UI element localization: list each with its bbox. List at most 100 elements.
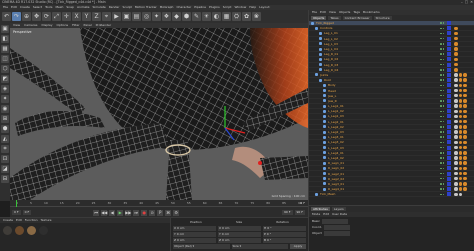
- attribute-menu-edit[interactable]: Edit: [323, 212, 329, 217]
- toolbar-tool-19-icon[interactable]: ✎: [192, 12, 201, 21]
- visibility-flags[interactable]: [434, 146, 444, 149]
- render-visibility-dot[interactable]: [442, 115, 444, 118]
- render-visibility-dot[interactable]: [442, 53, 444, 55]
- tag-icon[interactable]: [458, 130, 462, 134]
- object-name[interactable]: L_Leg4_02: [328, 156, 434, 160]
- visibility-flags[interactable]: [434, 79, 444, 81]
- editor-visibility-dot[interactable]: [440, 27, 442, 30]
- coordinate-field[interactable]: P 0 °: [263, 232, 306, 237]
- editor-visibility-dot[interactable]: [440, 105, 442, 107]
- tag-icon[interactable]: [463, 37, 467, 41]
- tag-icon[interactable]: [454, 52, 458, 56]
- editor-visibility-dot[interactable]: [440, 32, 442, 35]
- editor-visibility-dot[interactable]: [440, 84, 442, 87]
- object-menu-file[interactable]: File: [312, 10, 317, 15]
- tag-icon[interactable]: [454, 104, 458, 108]
- editor-visibility-dot[interactable]: [440, 131, 442, 133]
- tag-icon[interactable]: [463, 47, 467, 51]
- layer-color-icon[interactable]: [447, 52, 451, 57]
- layer-color-icon[interactable]: [447, 150, 451, 155]
- tag-icon[interactable]: [458, 151, 462, 155]
- layer-color-icon[interactable]: [447, 62, 451, 67]
- object-name[interactable]: Leg_L_04: [324, 47, 434, 51]
- layer-color-icon[interactable]: [447, 93, 451, 98]
- tag-icon[interactable]: [459, 68, 463, 72]
- tag-icon[interactable]: [463, 161, 467, 165]
- mode-tool-12-icon[interactable]: ⌗: [1, 145, 9, 153]
- toolbar-tool-7-icon[interactable]: X: [72, 12, 81, 21]
- object-name[interactable]: Controls: [320, 26, 434, 30]
- layer-color-icon[interactable]: [447, 192, 451, 197]
- toolbar-tool-23-icon[interactable]: ⛭: [232, 12, 241, 21]
- visibility-flags[interactable]: [434, 115, 444, 118]
- selected-joint-handle[interactable]: [258, 161, 262, 165]
- tag-icon[interactable]: [463, 63, 467, 67]
- layer-color-icon[interactable]: [447, 130, 451, 135]
- tag-icon[interactable]: [454, 83, 458, 88]
- mode-tool-9-icon[interactable]: ⊞: [1, 115, 9, 123]
- tag-icon[interactable]: [463, 83, 467, 88]
- tag-icon[interactable]: [463, 171, 467, 176]
- layer-color-icon[interactable]: [447, 119, 451, 124]
- toolbar-tool-25-icon[interactable]: ❀: [252, 12, 261, 21]
- visibility-flags[interactable]: [434, 58, 444, 61]
- toolbar-tool-17-icon[interactable]: ◆: [172, 12, 181, 21]
- render-visibility-dot[interactable]: [442, 100, 444, 102]
- render-visibility-dot[interactable]: [442, 131, 444, 133]
- editor-visibility-dot[interactable]: [440, 110, 442, 113]
- visibility-flags[interactable]: [434, 27, 444, 30]
- tag-icon[interactable]: [463, 182, 467, 186]
- transport-button-6-icon[interactable]: ●: [141, 209, 148, 216]
- layer-color-icon[interactable]: [447, 98, 451, 103]
- end-frame-field[interactable]: 90 F: [294, 210, 305, 215]
- object-name[interactable]: Leg_R_02: [324, 57, 434, 61]
- coordinate-size-select[interactable]: Size ▾: [231, 244, 288, 249]
- editor-visibility-dot[interactable]: [440, 141, 442, 144]
- toolbar-tool-8-icon[interactable]: Y: [82, 12, 91, 21]
- timeline-ruler[interactable]: 051015202530354045505560657075808590: [10, 200, 308, 207]
- toolbar-tool-15-icon[interactable]: ✦: [152, 12, 161, 21]
- tag-icon[interactable]: [463, 93, 467, 98]
- visibility-flags[interactable]: [434, 188, 444, 190]
- object-name[interactable]: R_Leg3_01: [328, 182, 434, 186]
- visibility-flags[interactable]: [434, 69, 444, 71]
- object-name[interactable]: Tick_Mesh: [320, 192, 434, 196]
- coordinate-field[interactable]: X 0 cm: [218, 226, 261, 231]
- toolbar-tool-3-icon[interactable]: ✥: [32, 12, 41, 21]
- tag-icon[interactable]: [458, 99, 462, 103]
- visibility-flags[interactable]: [434, 152, 444, 154]
- visibility-flags[interactable]: [434, 43, 444, 45]
- material-menu-edit[interactable]: Edit: [16, 218, 22, 223]
- tag-icon[interactable]: [459, 58, 463, 62]
- tab-takes[interactable]: Takes: [328, 16, 341, 20]
- 3d-viewport[interactable]: Perspective Grid Spacing : 100 cm: [10, 28, 308, 200]
- tag-icon[interactable]: [454, 161, 458, 165]
- tag-icon[interactable]: [463, 176, 467, 181]
- editor-visibility-dot[interactable]: [440, 94, 442, 97]
- tag-icon[interactable]: [458, 78, 462, 82]
- render-visibility-dot[interactable]: [442, 157, 444, 159]
- tab-attributes[interactable]: Attributes: [311, 207, 330, 211]
- object-name[interactable]: Leg_R_03: [324, 63, 434, 67]
- render-visibility-dot[interactable]: [442, 69, 444, 71]
- material-menu-function[interactable]: Function: [25, 218, 38, 223]
- transport-button-7-icon[interactable]: ⊙: [149, 209, 156, 216]
- object-name[interactable]: Root: [324, 78, 434, 82]
- layer-color-icon[interactable]: [447, 135, 451, 140]
- visibility-flags[interactable]: [434, 94, 444, 97]
- mode-tool-11-icon[interactable]: ◭: [1, 135, 9, 143]
- visibility-flags[interactable]: [434, 63, 444, 66]
- tag-icon[interactable]: [454, 145, 458, 150]
- mode-tool-6-icon[interactable]: ◈: [1, 85, 9, 93]
- tag-icon[interactable]: [463, 52, 467, 56]
- visibility-flags[interactable]: [434, 162, 444, 164]
- transport-button-10-icon[interactable]: ⚙: [173, 209, 180, 216]
- object-row[interactable]: Tick_Mesh: [309, 192, 474, 198]
- tag-icon[interactable]: [454, 166, 458, 171]
- editor-visibility-dot[interactable]: [440, 162, 442, 164]
- tag-icon[interactable]: [458, 83, 462, 88]
- editor-visibility-dot[interactable]: [440, 48, 442, 50]
- mode-tool-4-icon[interactable]: ⬡: [1, 65, 9, 73]
- visibility-flags[interactable]: [434, 74, 444, 76]
- tag-icon[interactable]: [454, 187, 458, 191]
